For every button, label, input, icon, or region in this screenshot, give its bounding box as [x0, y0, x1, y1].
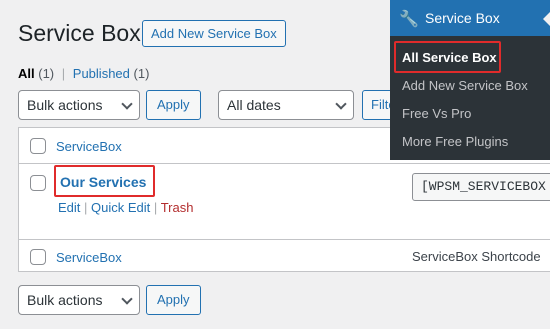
row-title-link[interactable]: Our Services: [60, 174, 146, 190]
filter-all-count: (1): [38, 66, 55, 81]
submenu-item-free-vs-pro[interactable]: Free Vs Pro: [402, 106, 471, 121]
shortcode-field[interactable]: [WPSM_SERVICEBOX: [412, 173, 550, 201]
bulk-actions-select-top[interactable]: Bulk actions: [18, 90, 140, 120]
quick-edit-link[interactable]: Quick Edit: [91, 200, 150, 215]
apply-button-top[interactable]: Apply: [146, 90, 201, 120]
chevron-down-icon: [335, 98, 347, 110]
status-filter-links: All (1) | Published (1): [18, 66, 149, 81]
edit-link[interactable]: Edit: [58, 200, 80, 215]
admin-submenu: 🔧 Service Box All Service Box Add New Se…: [390, 0, 550, 160]
select-all-checkbox[interactable]: [30, 138, 46, 154]
bulk-actions-select-bottom-value: Bulk actions: [27, 292, 103, 308]
wrench-icon: 🔧: [399, 11, 419, 28]
filter-published-count: (1): [133, 66, 150, 81]
trash-link[interactable]: Trash: [161, 200, 194, 215]
column-header-servicebox[interactable]: ServiceBox: [56, 139, 122, 154]
bulk-actions-select-bottom[interactable]: Bulk actions: [18, 285, 140, 315]
row-actions: Edit | Quick Edit | Trash: [58, 200, 193, 215]
menu-pointer-arrow: [543, 11, 550, 27]
filter-all-label: All: [18, 66, 35, 81]
column-footer-shortcode: ServiceBox Shortcode: [412, 249, 541, 264]
filter-all-link[interactable]: All: [18, 66, 38, 81]
add-new-service-box-button[interactable]: Add New Service Box: [142, 20, 286, 47]
action-separator: |: [84, 200, 88, 215]
row-checkbox[interactable]: [30, 175, 46, 191]
chevron-down-icon: [121, 98, 133, 110]
date-filter-value: All dates: [227, 97, 281, 113]
page-title: Service Box: [18, 20, 141, 46]
menu-service-box-label: Service Box: [425, 10, 500, 26]
bulk-actions-select-top-value: Bulk actions: [27, 97, 103, 113]
action-separator: |: [153, 200, 158, 215]
select-all-checkbox-footer[interactable]: [30, 249, 46, 265]
column-footer-servicebox[interactable]: ServiceBox: [56, 250, 122, 265]
date-filter-select[interactable]: All dates: [218, 90, 354, 120]
submenu-item-more-free-plugins[interactable]: More Free Plugins: [402, 134, 508, 149]
filter-published-label: Published: [72, 66, 130, 81]
table-footer-row: ServiceBox ServiceBox Shortcode: [19, 240, 550, 273]
apply-button-bottom[interactable]: Apply: [146, 285, 201, 315]
submenu-item-all-service-box[interactable]: All Service Box: [402, 50, 497, 65]
chevron-down-icon: [121, 293, 133, 305]
table-row: Our Services Edit | Quick Edit | Trash […: [19, 164, 550, 240]
submenu-item-add-new-service-box[interactable]: Add New Service Box: [402, 78, 528, 93]
filter-published-link[interactable]: Published (1): [73, 66, 150, 81]
menu-service-box[interactable]: 🔧 Service Box: [390, 0, 550, 36]
filter-separator: |: [61, 66, 66, 81]
